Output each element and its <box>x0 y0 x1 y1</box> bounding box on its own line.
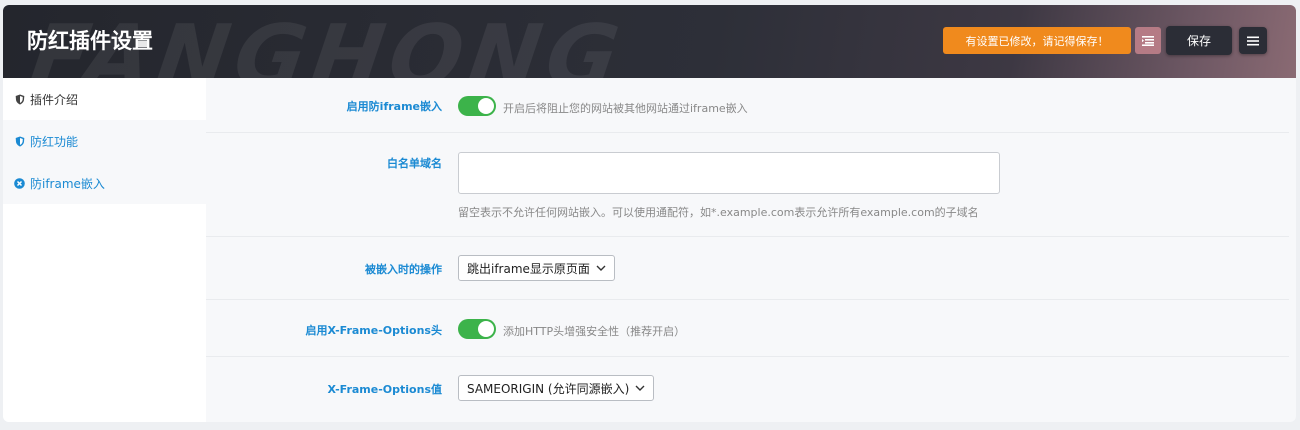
whitelist-textarea[interactable] <box>458 152 1000 194</box>
shield-icon <box>14 136 25 147</box>
header: FANGHONG 防红插件设置 有设置已修改，请记得保存！ 保存 <box>3 5 1296 78</box>
menu-button[interactable] <box>1239 27 1267 54</box>
setting-row-xfo-enable: 启用X-Frame-Options头 添加HTTP头增强安全性（推荐开启） <box>206 300 1289 357</box>
settings-form: 启用防iframe嵌入 开启后将阻止您的网站被其他网站通过iframe嵌入 白名… <box>206 78 1296 422</box>
setting-hint: 添加HTTP头增强安全性（推荐开启） <box>503 325 686 338</box>
setting-row-anti-iframe: 启用防iframe嵌入 开启后将阻止您的网站被其他网站通过iframe嵌入 <box>206 78 1289 133</box>
sidebar-item-label: 防iframe嵌入 <box>30 176 105 191</box>
list-view-button[interactable] <box>1135 27 1161 54</box>
settings-panel: FANGHONG 防红插件设置 有设置已修改，请记得保存！ 保存 插件介绍 防红… <box>3 5 1296 422</box>
sidebar: 插件介绍 防红功能 防iframe嵌入 <box>3 78 206 422</box>
chevron-down-icon <box>596 265 606 271</box>
page-title: 防红插件设置 <box>27 29 153 53</box>
setting-label: 白名单域名 <box>387 157 442 170</box>
setting-row-xfo-value: X-Frame-Options值 SAMEORIGIN (允许同源嵌入) <box>206 357 1289 422</box>
xfo-toggle[interactable] <box>458 319 496 339</box>
unsaved-changes-notice[interactable]: 有设置已修改，请记得保存！ <box>943 27 1131 54</box>
select-value: SAMEORIGIN (允许同源嵌入) <box>467 381 630 396</box>
chevron-down-icon <box>635 385 645 391</box>
sidebar-item-label: 防红功能 <box>30 134 79 149</box>
anti-iframe-toggle[interactable] <box>458 96 496 116</box>
setting-label: 启用防iframe嵌入 <box>346 100 442 113</box>
sidebar-item-label: 插件介绍 <box>30 92 79 107</box>
setting-label: X-Frame-Options值 <box>327 383 443 396</box>
list-icon <box>1142 35 1154 46</box>
setting-label: 被嵌入时的操作 <box>365 263 442 276</box>
setting-row-embed-action: 被嵌入时的操作 跳出iframe显示原页面 <box>206 237 1289 300</box>
close-circle-icon <box>14 177 25 189</box>
xfo-value-select[interactable]: SAMEORIGIN (允许同源嵌入) <box>458 375 655 401</box>
save-button[interactable]: 保存 <box>1166 26 1232 55</box>
toggle-knob <box>478 98 494 114</box>
hamburger-icon <box>1247 36 1259 45</box>
setting-label: 启用X-Frame-Options头 <box>305 324 443 337</box>
select-value: 跳出iframe显示原页面 <box>467 261 590 276</box>
setting-hint: 留空表示不允许任何网站嵌入。可以使用通配符，如*.example.com表示允许… <box>458 206 979 219</box>
sidebar-item-anti-iframe[interactable]: 防iframe嵌入 <box>3 162 206 204</box>
setting-hint: 开启后将阻止您的网站被其他网站通过iframe嵌入 <box>503 102 748 115</box>
embed-action-select[interactable]: 跳出iframe显示原页面 <box>458 255 615 281</box>
toggle-knob <box>478 321 494 337</box>
sidebar-item-anti-red[interactable]: 防红功能 <box>3 120 206 162</box>
shield-icon <box>14 94 25 105</box>
setting-row-whitelist: 白名单域名 留空表示不允许任何网站嵌入。可以使用通配符，如*.example.c… <box>206 133 1289 237</box>
sidebar-item-intro[interactable]: 插件介绍 <box>3 78 206 120</box>
